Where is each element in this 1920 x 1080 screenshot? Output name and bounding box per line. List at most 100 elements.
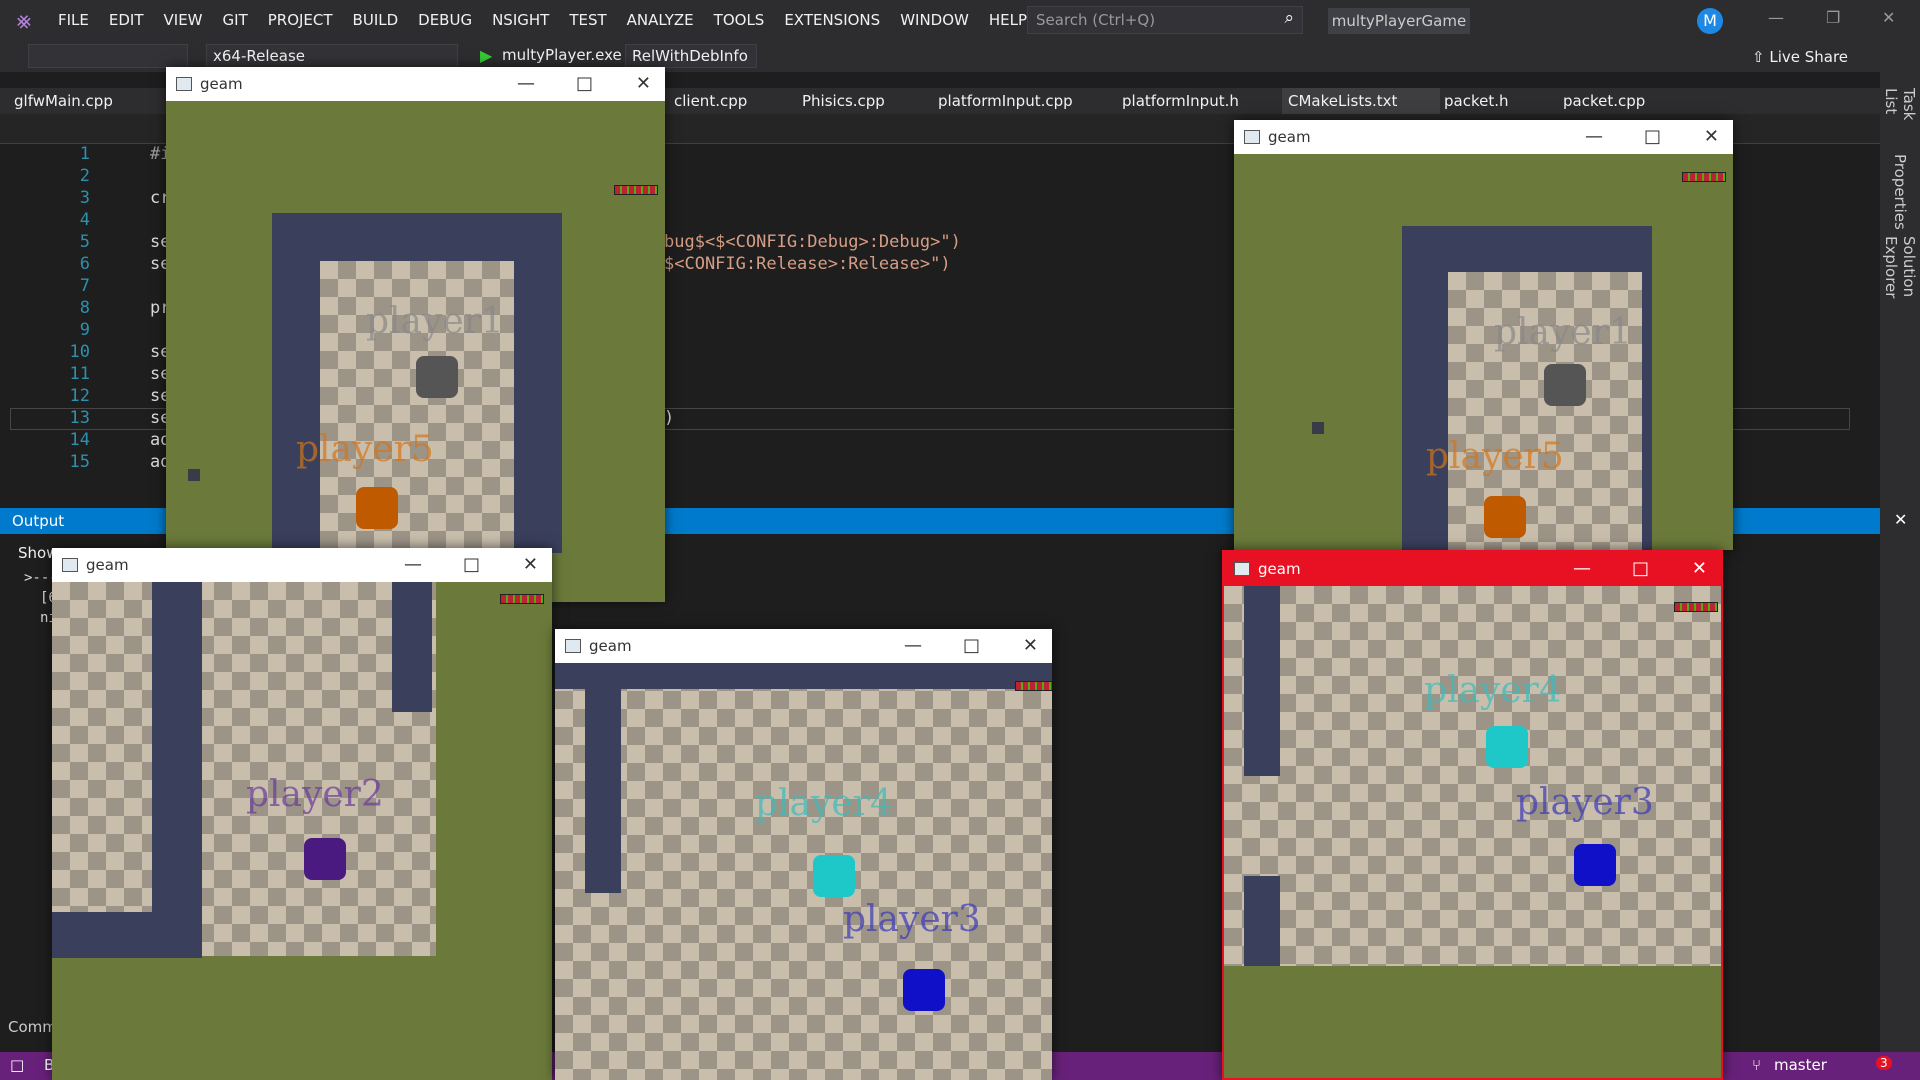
game-window-titlebar[interactable]: geam — □ ✕ — [166, 67, 665, 101]
line-number: 6 — [79, 254, 90, 274]
game-window[interactable]: geam — □ ✕ player2 — [52, 548, 552, 1080]
restore-icon[interactable]: ❐ — [1826, 8, 1840, 27]
maximize-icon[interactable]: □ — [1644, 120, 1661, 154]
maximize-icon[interactable]: □ — [963, 629, 980, 663]
minimize-icon[interactable]: — — [1573, 552, 1591, 586]
line-number: 4 — [79, 210, 90, 230]
close-icon[interactable]: ✕ — [523, 548, 538, 582]
menu-view[interactable]: VIEW — [154, 0, 213, 40]
close-output-icon[interactable]: ✕ — [1894, 510, 1907, 529]
game-window-title: geam — [1268, 128, 1311, 146]
minimize-icon[interactable]: — — [904, 629, 922, 663]
line-number: 11 — [69, 364, 90, 384]
player-ball — [416, 356, 458, 398]
checkered-floor — [52, 582, 436, 956]
tab-cmakelists[interactable]: CMakeLists.txt — [1288, 92, 1397, 110]
menu-edit[interactable]: EDIT — [99, 0, 154, 40]
tab-packet-h[interactable]: packet.h — [1444, 92, 1509, 110]
menu-project[interactable]: PROJECT — [258, 0, 343, 40]
game-window-titlebar[interactable]: geam — □ ✕ — [555, 629, 1052, 663]
rock — [188, 469, 200, 481]
window-icon — [62, 558, 78, 572]
menu-debug[interactable]: DEBUG — [408, 0, 482, 40]
maximize-icon[interactable]: □ — [1632, 552, 1649, 586]
player-ball — [1574, 844, 1616, 886]
game-scene[interactable]: player2 — [52, 582, 552, 1080]
play-icon[interactable]: ▶ — [480, 46, 492, 65]
menu-test[interactable]: TEST — [559, 0, 616, 40]
platform-combo[interactable]: x64-Release — [206, 44, 458, 68]
close-icon[interactable]: ✕ — [1704, 120, 1719, 154]
line-number: 10 — [69, 342, 90, 362]
wall — [1244, 586, 1280, 776]
game-window-active[interactable]: geam — □ ✕ player4 player3 — [1222, 550, 1723, 1080]
game-scene[interactable]: player4 player3 — [555, 663, 1052, 1080]
git-branch[interactable]: master — [1774, 1056, 1827, 1074]
maximize-icon[interactable]: □ — [576, 67, 593, 101]
tab-properties[interactable]: Properties — [1880, 152, 1920, 232]
maximize-icon[interactable]: □ — [463, 548, 480, 582]
config-combo[interactable] — [28, 44, 188, 68]
player-label: player1 — [366, 301, 504, 342]
minimize-icon[interactable]: — — [1585, 120, 1603, 154]
debug-target[interactable]: multyPlayer.exe — [502, 46, 622, 64]
tab-packet-cpp[interactable]: packet.cpp — [1563, 92, 1645, 110]
game-window[interactable]: geam — □ ✕ player1 player5 — [166, 67, 665, 602]
visual-studio-logo-icon[interactable]: ⨳ — [0, 0, 48, 40]
player-label: player1 — [1494, 312, 1632, 353]
menu-nsight[interactable]: NSIGHT — [482, 0, 559, 40]
close-icon[interactable]: ✕ — [1692, 552, 1707, 586]
checkered-floor — [555, 673, 1052, 1080]
close-icon[interactable]: ✕ — [1023, 629, 1038, 663]
game-window-title: geam — [86, 556, 129, 574]
line-number: 15 — [69, 452, 90, 472]
minimize-icon[interactable]: — — [1768, 8, 1784, 27]
game-scene[interactable]: player1 player5 — [166, 101, 665, 602]
menu-window[interactable]: WINDOW — [890, 0, 979, 40]
search-input[interactable]: Search (Ctrl+Q) ⌕ — [1027, 6, 1303, 34]
game-window-titlebar[interactable]: geam — □ ✕ — [52, 548, 552, 582]
player-label: player5 — [1426, 436, 1564, 477]
game-window-titlebar[interactable]: geam — □ ✕ — [1234, 120, 1733, 154]
player-label: player3 — [843, 899, 981, 940]
game-window-titlebar[interactable]: geam — □ ✕ — [1224, 552, 1721, 586]
menu-tools[interactable]: TOOLS — [704, 0, 775, 40]
search-placeholder: Search (Ctrl+Q) — [1036, 11, 1156, 29]
command-window-tab[interactable]: Comm — [8, 1018, 57, 1036]
tab-task-list[interactable]: Task List — [1880, 88, 1920, 148]
health-bar — [1015, 681, 1052, 691]
code-line-12: ) — [664, 408, 675, 428]
wall — [152, 582, 202, 922]
tab-solution-explorer[interactable]: Solution Explorer — [1880, 236, 1920, 362]
close-icon[interactable]: ✕ — [1882, 8, 1895, 27]
menu-extensions[interactable]: EXTENSIONS — [774, 0, 890, 40]
menu-file[interactable]: FILE — [48, 0, 99, 40]
game-window[interactable]: geam — □ ✕ player4 player3 — [555, 629, 1052, 1080]
minimize-icon[interactable]: — — [517, 67, 535, 101]
output-title: Output — [12, 512, 65, 530]
menu-analyze[interactable]: ANALYZE — [617, 0, 704, 40]
menu-build[interactable]: BUILD — [343, 0, 409, 40]
menu-git[interactable]: GIT — [213, 0, 258, 40]
game-scene[interactable]: player4 player3 — [1224, 586, 1721, 1078]
line-number: 14 — [69, 430, 90, 450]
tab-client[interactable]: client.cpp — [674, 92, 747, 110]
health-bar — [500, 594, 544, 604]
tab-platforminput-cpp[interactable]: platformInput.cpp — [938, 92, 1073, 110]
game-window-title: geam — [200, 75, 243, 93]
player-label: player4 — [755, 783, 893, 824]
notification-badge[interactable]: 3 — [1876, 1056, 1892, 1070]
wall — [555, 663, 1052, 689]
live-share-button[interactable]: ⇧ Live Share — [1752, 48, 1848, 66]
build-config-combo[interactable]: RelWithDebInfo — [625, 44, 757, 68]
tab-platforminput-h[interactable]: platformInput.h — [1122, 92, 1239, 110]
wall — [52, 912, 202, 958]
minimize-icon[interactable]: — — [404, 548, 422, 582]
player-label: player4 — [1424, 670, 1562, 711]
tab-phisics[interactable]: Phisics.cpp — [802, 92, 885, 110]
tab-glfwmain[interactable]: glfwMain.cpp — [14, 92, 113, 110]
game-scene[interactable]: player1 player5 — [1234, 154, 1733, 550]
game-window[interactable]: geam — □ ✕ player1 player5 — [1234, 120, 1733, 550]
close-icon[interactable]: ✕ — [636, 67, 651, 101]
avatar[interactable]: M — [1697, 8, 1723, 34]
